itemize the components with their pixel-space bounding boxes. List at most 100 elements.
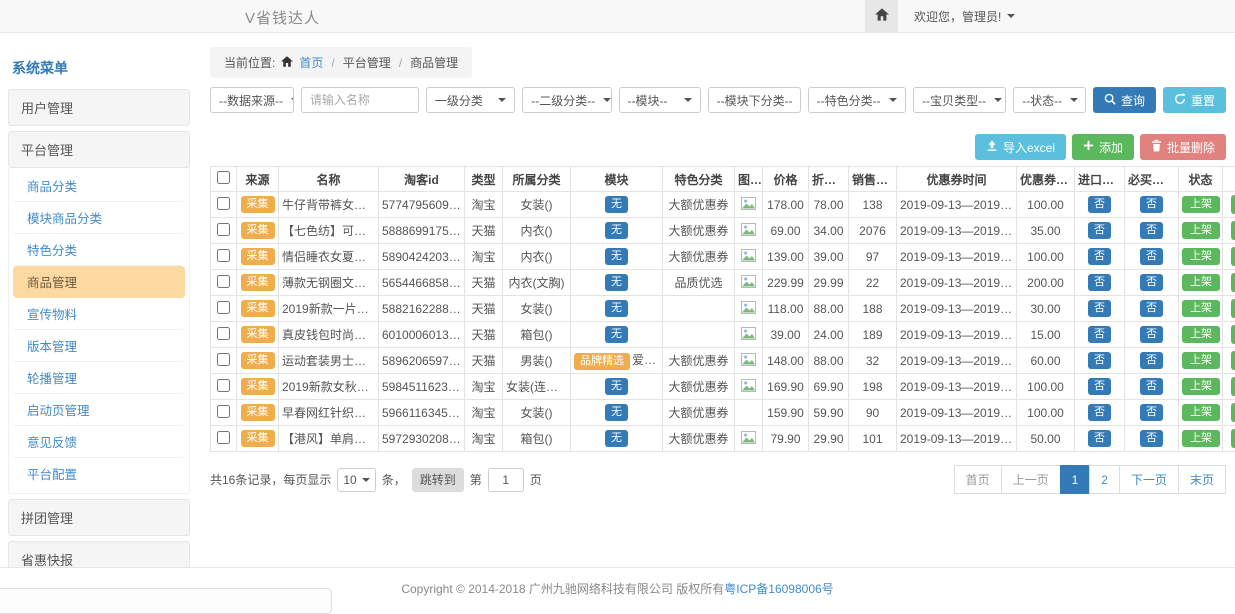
- per-page-select[interactable]: 10: [337, 468, 375, 492]
- must-buy-badge[interactable]: 否: [1140, 300, 1163, 317]
- row-checkbox[interactable]: [217, 275, 230, 288]
- filter-select-一级分类[interactable]: 一级分类: [426, 87, 515, 113]
- row-checkbox[interactable]: [217, 379, 230, 392]
- jump-page-input[interactable]: [488, 468, 524, 492]
- must-buy-badge[interactable]: 否: [1140, 222, 1163, 239]
- edit-button[interactable]: [1231, 325, 1235, 344]
- filter-select---二级分类--[interactable]: --二级分类--: [522, 87, 611, 113]
- must-buy-badge[interactable]: 否: [1140, 326, 1163, 343]
- row-checkbox[interactable]: [217, 223, 230, 236]
- edit-button[interactable]: [1231, 403, 1235, 422]
- must-buy-badge[interactable]: 否: [1140, 352, 1163, 369]
- breadcrumb-home-link[interactable]: 首页: [299, 54, 323, 71]
- import-choice-badge[interactable]: 否: [1088, 222, 1111, 239]
- filter-select---特色分类--[interactable]: --特色分类--: [808, 87, 907, 113]
- sidebar-item-平台配置[interactable]: 平台配置: [13, 458, 185, 489]
- edit-button[interactable]: [1231, 221, 1235, 240]
- page-button-下一页[interactable]: 下一页: [1119, 465, 1179, 494]
- row-checkbox[interactable]: [217, 353, 230, 366]
- must-buy-badge[interactable]: 否: [1140, 404, 1163, 421]
- sidebar-item-版本管理[interactable]: 版本管理: [13, 330, 185, 362]
- sidebar-item-启动页管理[interactable]: 启动页管理: [13, 394, 185, 426]
- sidebar-item-宣传物料[interactable]: 宣传物料: [13, 298, 185, 330]
- sidebar-item-意见反馈[interactable]: 意见反馈: [13, 426, 185, 458]
- page-button-2[interactable]: 2: [1089, 465, 1120, 494]
- user-menu[interactable]: 欢迎您，管理员!: [914, 8, 1015, 25]
- sidebar-item-特色分类[interactable]: 特色分类: [13, 234, 185, 266]
- import-choice-badge[interactable]: 否: [1088, 300, 1111, 317]
- edit-button[interactable]: [1231, 377, 1235, 396]
- sidebar-item-商品管理[interactable]: 商品管理: [13, 266, 185, 298]
- status-badge[interactable]: 上架: [1182, 222, 1220, 239]
- sidebar-item-模块商品分类[interactable]: 模块商品分类: [13, 202, 185, 234]
- page-button-1[interactable]: 1: [1060, 465, 1091, 494]
- caret-down-icon: [498, 98, 506, 102]
- row-checkbox[interactable]: [217, 197, 230, 210]
- must-buy-badge[interactable]: 否: [1140, 274, 1163, 291]
- filter-select---宝贝类型--[interactable]: --宝贝类型--: [913, 87, 1006, 113]
- must-buy-badge[interactable]: 否: [1140, 430, 1163, 447]
- add-button[interactable]: 添加: [1072, 134, 1134, 160]
- filter-select---模块--[interactable]: --模块--: [619, 87, 701, 113]
- module-cell: 无: [571, 400, 663, 426]
- edit-button[interactable]: [1231, 273, 1235, 292]
- sidebar-item-商品分类[interactable]: 商品分类: [13, 170, 185, 202]
- edit-button[interactable]: [1231, 351, 1235, 370]
- filter-select---模块下分类--[interactable]: --模块下分类--: [708, 87, 801, 113]
- edit-button[interactable]: [1231, 429, 1235, 448]
- table-row: 采集真皮钱包时尚优雅女士...601000601341天猫箱包()无39.002…: [211, 322, 1235, 348]
- product-name: 薄款无钢圈文胸聚拢性...: [279, 270, 379, 296]
- row-checkbox[interactable]: [217, 249, 230, 262]
- status-badge[interactable]: 上架: [1182, 352, 1220, 369]
- edit-button[interactable]: [1231, 299, 1235, 318]
- import-choice-badge[interactable]: 否: [1088, 352, 1111, 369]
- name-search-input[interactable]: [301, 87, 419, 113]
- home-button[interactable]: [865, 0, 898, 32]
- edit-button[interactable]: [1231, 195, 1235, 214]
- search-button[interactable]: 查询: [1093, 87, 1156, 113]
- reset-button[interactable]: 重置: [1163, 87, 1226, 113]
- import-choice-badge[interactable]: 否: [1088, 196, 1111, 213]
- import-choice-cell: 否: [1075, 218, 1125, 244]
- select-all-checkbox[interactable]: [217, 171, 230, 184]
- row-checkbox[interactable]: [217, 301, 230, 314]
- status-badge[interactable]: 上架: [1182, 430, 1220, 447]
- row-checkbox[interactable]: [217, 327, 230, 340]
- sidebar-item-轮播管理[interactable]: 轮播管理: [13, 362, 185, 394]
- jump-button[interactable]: 跳转到: [412, 468, 464, 492]
- sidebar-group-用户管理[interactable]: 用户管理: [8, 89, 190, 126]
- sidebar-group-拼团管理[interactable]: 拼团管理: [8, 499, 190, 536]
- edit-button[interactable]: [1231, 247, 1235, 266]
- status-badge[interactable]: 上架: [1182, 300, 1220, 317]
- status-badge[interactable]: 上架: [1182, 378, 1220, 395]
- import-choice-badge[interactable]: 否: [1088, 326, 1111, 343]
- must-buy-badge[interactable]: 否: [1140, 196, 1163, 213]
- sidebar-group-平台管理[interactable]: 平台管理: [8, 131, 190, 168]
- status-badge[interactable]: 上架: [1182, 274, 1220, 291]
- import-choice-badge[interactable]: 否: [1088, 248, 1111, 265]
- source-badge: 采集: [241, 378, 275, 395]
- product-type: 淘宝: [465, 244, 503, 270]
- status-badge[interactable]: 上架: [1182, 404, 1220, 421]
- must-buy-badge[interactable]: 否: [1140, 248, 1163, 265]
- import-choice-badge[interactable]: 否: [1088, 404, 1111, 421]
- page-button-末页[interactable]: 末页: [1178, 465, 1226, 494]
- import-choice-badge[interactable]: 否: [1088, 378, 1111, 395]
- sidebar-group-省惠快报[interactable]: 省惠快报: [8, 541, 190, 567]
- product-name: 2019新款女秋薄款...: [279, 374, 379, 400]
- status-badge[interactable]: 上架: [1182, 196, 1220, 213]
- icp-link[interactable]: 粤ICP备16098006号: [724, 580, 833, 597]
- import-choice-badge[interactable]: 否: [1088, 274, 1111, 291]
- import-excel-button[interactable]: 导入excel: [975, 134, 1066, 160]
- page-button-首页[interactable]: 首页: [954, 465, 1002, 494]
- row-checkbox[interactable]: [217, 405, 230, 418]
- import-choice-badge[interactable]: 否: [1088, 430, 1111, 447]
- status-badge[interactable]: 上架: [1182, 248, 1220, 265]
- must-buy-badge[interactable]: 否: [1140, 378, 1163, 395]
- page-button-上一页[interactable]: 上一页: [1001, 465, 1061, 494]
- batch-delete-button[interactable]: 批量删除: [1140, 134, 1226, 160]
- data-source-select[interactable]: --数据来源--: [210, 87, 294, 113]
- row-checkbox[interactable]: [217, 431, 230, 444]
- status-badge[interactable]: 上架: [1182, 326, 1220, 343]
- filter-select---状态--[interactable]: --状态--: [1013, 87, 1086, 113]
